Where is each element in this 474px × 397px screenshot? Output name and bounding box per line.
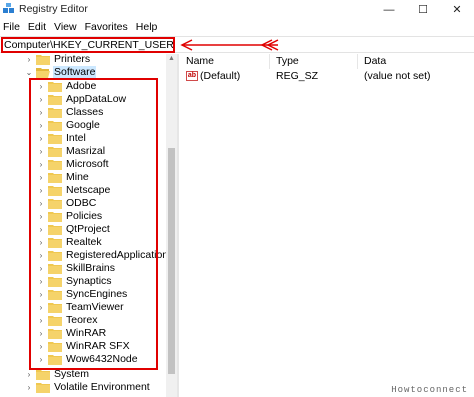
title-bar: Registry Editor — ☐ ✕ bbox=[0, 0, 474, 19]
scrollbar-thumb[interactable] bbox=[168, 148, 175, 374]
tree-item-label: Printers bbox=[54, 54, 91, 65]
menu-view[interactable]: View bbox=[51, 19, 82, 36]
value-name: (Default) bbox=[200, 70, 241, 82]
annotation-arrow-icon bbox=[180, 39, 279, 51]
address-input[interactable]: Computer\HKEY_CURRENT_USER\Software bbox=[1, 37, 175, 53]
menu-edit[interactable]: Edit bbox=[25, 19, 51, 36]
menu-bar: File Edit View Favorites Help bbox=[0, 19, 474, 36]
menu-help[interactable]: Help bbox=[133, 19, 163, 36]
highlight-annotation-box bbox=[29, 78, 158, 370]
string-value-icon: ab bbox=[186, 71, 198, 81]
close-button[interactable]: ✕ bbox=[440, 0, 474, 19]
watermark: Howtoconnect bbox=[391, 385, 468, 395]
menu-file[interactable]: File bbox=[0, 19, 25, 36]
address-bar: Computer\HKEY_CURRENT_USER\Software bbox=[0, 36, 474, 53]
chevron-right-icon[interactable]: › bbox=[24, 54, 34, 66]
pane-splitter[interactable] bbox=[177, 54, 179, 397]
folder-icon bbox=[36, 383, 50, 393]
column-header-data[interactable]: Data bbox=[358, 54, 474, 69]
value-row[interactable]: ab (Default) REG_SZ (value not set) bbox=[180, 69, 474, 83]
window-title: Registry Editor bbox=[19, 3, 88, 15]
maximize-button[interactable]: ☐ bbox=[406, 0, 440, 19]
folder-icon bbox=[36, 55, 50, 65]
tree-item-label: Volatile Environment bbox=[54, 381, 150, 393]
tree-item-volatile-environment[interactable]: › Volatile Environment bbox=[24, 381, 151, 394]
open-folder-icon bbox=[36, 68, 50, 78]
registry-editor-icon bbox=[3, 3, 14, 13]
value-data: (value not set) bbox=[364, 70, 431, 82]
menu-favorites[interactable]: Favorites bbox=[82, 19, 133, 36]
values-pane: Name Type Data ab (Default) REG_SZ (valu… bbox=[180, 54, 474, 397]
column-header-type[interactable]: Type bbox=[270, 54, 358, 69]
chevron-right-icon[interactable]: › bbox=[24, 381, 34, 394]
value-type: REG_SZ bbox=[276, 70, 319, 82]
scroll-up-arrow-icon[interactable]: ▲ bbox=[166, 54, 177, 64]
folder-icon bbox=[36, 370, 50, 380]
minimize-button[interactable]: — bbox=[372, 0, 406, 19]
column-header-name[interactable]: Name bbox=[180, 54, 270, 69]
tree-item-printers[interactable]: › Printers bbox=[24, 54, 91, 66]
